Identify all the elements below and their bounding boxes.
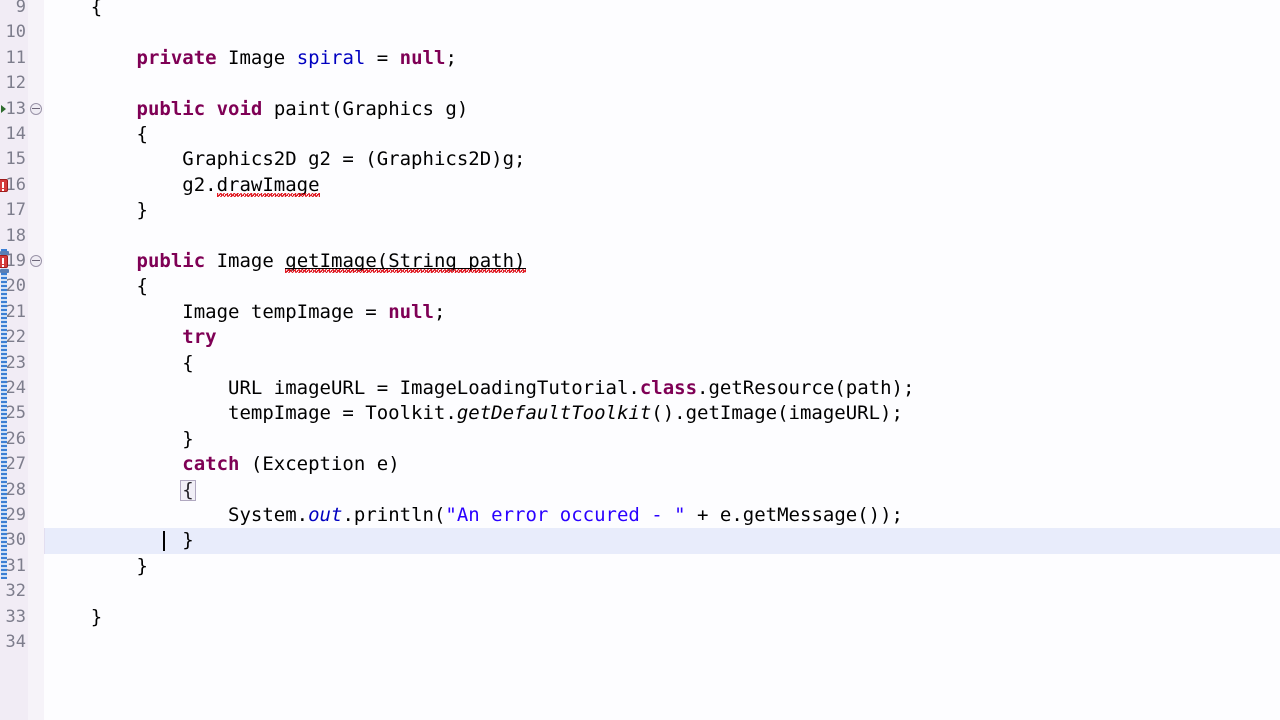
code-line[interactable] xyxy=(45,71,1280,96)
code-token: Image xyxy=(216,250,274,272)
code-token: { xyxy=(136,123,148,145)
code-token: paint(Graphics g) xyxy=(273,97,469,120)
change-bar xyxy=(1,249,7,580)
code-token: { xyxy=(90,0,103,18)
code-token: } xyxy=(136,554,148,577)
code-token: null xyxy=(388,300,434,323)
code-line[interactable] xyxy=(45,630,1280,655)
code-token: void xyxy=(216,97,263,120)
code-token: ().getImage(imageURL); xyxy=(651,402,903,425)
code-token: (Exception e) xyxy=(239,453,400,476)
code-token: + e.getMessage()); xyxy=(685,504,903,526)
code-token: ; xyxy=(433,300,446,323)
error-marker-icon[interactable] xyxy=(0,178,8,192)
code-token: public xyxy=(136,97,206,120)
code-line[interactable]: tempImage = Toolkit.getDefaultToolkit().… xyxy=(45,401,1280,426)
code-token: null xyxy=(399,46,446,69)
code-token: Image tempImage = xyxy=(182,300,389,323)
code-editor[interactable]: 9 10 11 12 13 14 15 16 17 18 19 20 21 22 23 24 25 26 27 28 2… xyxy=(0,0,1280,720)
code-line[interactable]: { xyxy=(45,478,1280,503)
declaration-underline xyxy=(285,268,526,269)
code-line[interactable]: public void paint(Graphics g) xyxy=(45,97,1280,122)
code-token: private xyxy=(136,46,217,69)
code-line[interactable] xyxy=(45,20,1280,45)
code-token: catch xyxy=(182,453,240,476)
error-squiggle-underline xyxy=(285,269,527,273)
code-token: spiral xyxy=(296,46,366,69)
code-token: Image xyxy=(228,46,286,69)
error-squiggle-underline xyxy=(216,192,320,197)
code-line[interactable]: { xyxy=(45,122,1280,147)
code-line[interactable]: } xyxy=(45,427,1280,452)
fold-collapse-icon[interactable] xyxy=(30,102,42,115)
code-token: URL imageURL = ImageLoadingTutorial. xyxy=(228,377,640,399)
overridden-method-arrow-icon xyxy=(1,104,6,113)
error-marker-icon[interactable] xyxy=(0,255,8,268)
code-line[interactable]: public Image getImage(String path) xyxy=(45,249,1280,274)
code-content[interactable]: { private Image spiral = null; public vo… xyxy=(45,0,1280,720)
code-line[interactable]: } xyxy=(45,528,1280,553)
code-token: } xyxy=(182,427,194,450)
code-token: .getResource(path); xyxy=(697,377,915,399)
code-token: ; xyxy=(445,46,457,69)
code-token: g2. xyxy=(182,173,217,196)
code-line[interactable]: try xyxy=(45,325,1280,350)
code-line[interactable] xyxy=(45,579,1280,604)
code-token: getDefaultToolkit xyxy=(456,402,652,425)
code-token: "An error occured - " xyxy=(445,504,686,526)
text-caret xyxy=(162,531,165,551)
code-line[interactable]: catch (Exception e) xyxy=(45,452,1280,477)
code-token: try xyxy=(182,326,217,349)
code-line[interactable]: { xyxy=(45,351,1280,376)
code-line[interactable]: Image tempImage = null; xyxy=(45,300,1280,325)
code-token: .println( xyxy=(342,504,446,526)
code-line[interactable]: } xyxy=(45,554,1280,579)
code-token: out xyxy=(308,504,343,526)
code-token: = xyxy=(365,46,400,69)
code-token: Graphics2D g2 = (Graphics2D)g; xyxy=(182,148,526,171)
code-token: } xyxy=(182,529,194,552)
code-token: } xyxy=(90,605,103,628)
code-token: public xyxy=(136,250,206,272)
code-token: { xyxy=(182,351,194,374)
code-line[interactable]: { xyxy=(45,274,1280,299)
code-line[interactable]: } xyxy=(45,605,1280,630)
code-line[interactable]: URL imageURL = ImageLoadingTutorial.clas… xyxy=(45,376,1280,401)
code-line[interactable]: System.out.println("An error occured - "… xyxy=(45,503,1280,528)
code-token: { xyxy=(136,275,148,298)
occurrence-marker-icon xyxy=(0,269,9,273)
code-line[interactable]: { xyxy=(45,0,1280,20)
code-line[interactable] xyxy=(45,224,1280,249)
code-token: class xyxy=(639,377,698,399)
code-token: System. xyxy=(228,504,309,526)
code-token: } xyxy=(136,199,148,222)
occurrence-marker-icon xyxy=(0,251,9,255)
code-line[interactable]: private Image spiral = null; xyxy=(45,46,1280,71)
code-line[interactable]: Graphics2D g2 = (Graphics2D)g; xyxy=(45,147,1280,172)
matching-bracket-highlight xyxy=(180,479,196,501)
code-line[interactable]: } xyxy=(45,198,1280,223)
code-token: tempImage = Toolkit. xyxy=(228,402,457,425)
fold-collapse-icon[interactable] xyxy=(30,255,42,267)
annotation-ruler[interactable] xyxy=(0,0,9,720)
